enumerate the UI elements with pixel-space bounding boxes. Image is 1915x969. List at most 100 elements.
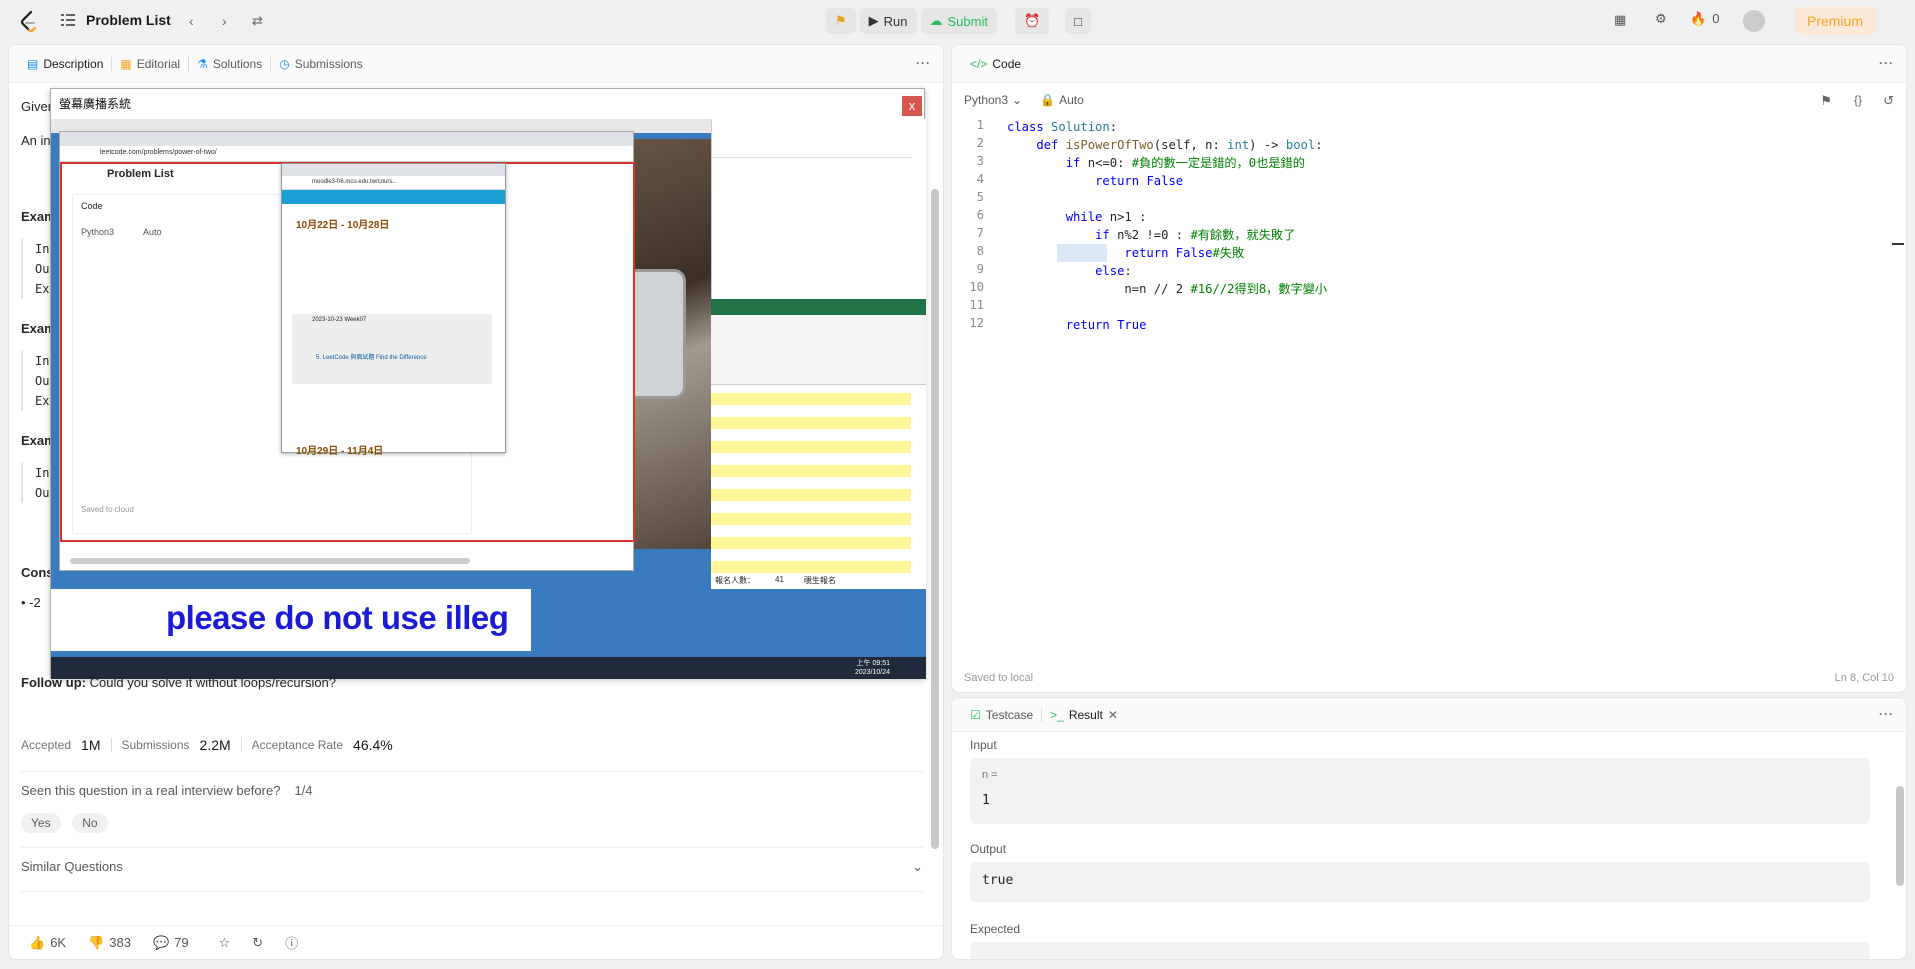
like-button[interactable]: 👍 6K — [29, 935, 66, 951]
comments-button[interactable]: 💬 79 — [153, 935, 189, 951]
leetcode-logo[interactable] — [18, 9, 38, 33]
book-icon: ▦ — [120, 56, 132, 71]
editor-toolbar: Python3 ⌄ 🔒 Auto — [964, 93, 1084, 107]
acceptance-rate-label: Acceptance Rate — [251, 738, 344, 752]
reset-icon[interactable]: ↺ — [1883, 93, 1894, 109]
tab-description[interactable]: ▤ Description — [19, 45, 111, 83]
bookmark-icon[interactable]: ⚑ — [1820, 93, 1832, 109]
constraint-item: • -2 — [21, 595, 41, 610]
close-button[interactable]: x — [902, 96, 922, 116]
line-number: 10 — [969, 280, 984, 294]
desc-frag-an: An in — [21, 133, 51, 148]
timer-button[interactable]: ⏰ — [1014, 8, 1050, 34]
share-icon[interactable]: ↻ — [252, 935, 263, 951]
code-line: while n>1 : — [1065, 210, 1147, 224]
language-select[interactable]: Python3 ⌄ — [964, 93, 1022, 107]
scrollbar-thumb[interactable] — [931, 189, 939, 849]
expected-box — [970, 942, 1870, 959]
streak-count: 0 — [1712, 11, 1720, 26]
code-line: if n%2 !=0 : #有餘數，就失敗了 — [1095, 228, 1296, 242]
interview-count: 1/4 — [294, 783, 313, 798]
input-value: 1 — [982, 793, 990, 808]
line-number: 6 — [976, 208, 984, 222]
alarm-icon: ⏰ — [1023, 13, 1041, 28]
description-icon: ▤ — [27, 56, 39, 71]
submit-button[interactable]: ☁ Submit — [920, 8, 997, 34]
next-problem-icon[interactable]: › — [222, 13, 227, 29]
code-line: class Solution: — [1007, 120, 1118, 134]
flask-icon: ⚗ — [197, 56, 208, 71]
comment-icon: 💬 — [152, 934, 170, 950]
layout-icon[interactable]: ▦ — [1614, 12, 1626, 28]
debug-button[interactable]: ⚑ — [826, 8, 856, 34]
line-number: 5 — [976, 190, 984, 204]
inner-saved: Saved to cloud — [81, 505, 134, 514]
broadcast-screen: 報名人數： 41 覗生報名 leetcode.com/problems/powe… — [51, 119, 926, 679]
excel-row — [711, 561, 911, 573]
interview-question-text: Seen this question in a real interview b… — [21, 783, 281, 798]
play-icon: ▶ — [868, 13, 879, 28]
help-icon[interactable]: ⓘ — [285, 933, 298, 952]
more-options-icon[interactable]: ··· — [916, 56, 931, 70]
example-3-block: In Ou — [21, 463, 49, 503]
tab-result[interactable]: >_ Result ✕ — [1042, 698, 1126, 732]
close-icon[interactable]: ✕ — [1108, 708, 1118, 722]
similar-questions-label: Similar Questions — [21, 859, 123, 874]
tab-testcase-label: Testcase — [985, 707, 1034, 722]
example-1-block: In Ou Ex — [21, 239, 49, 299]
premium-button[interactable]: Premium — [1794, 7, 1876, 35]
code-line: n=n // 2 #16//2得到8，數字變小 — [1007, 282, 1328, 296]
tab-testcase[interactable]: ☑ Testcase — [962, 698, 1041, 732]
dislike-button[interactable]: 👎 383 — [88, 935, 131, 951]
no-button[interactable]: No — [72, 813, 108, 833]
tab-submissions[interactable]: ◷ Submissions — [271, 45, 371, 83]
example-3-output: Ou — [35, 486, 50, 500]
input-var: n = — [982, 769, 998, 781]
scrollbar[interactable] — [931, 89, 939, 869]
chevron-down-icon: ⌄ — [912, 859, 923, 874]
input-label: Input — [970, 738, 997, 752]
streak-counter[interactable]: 🔥 0 — [1690, 11, 1719, 27]
moodle-tab-strip — [282, 164, 505, 176]
prev-problem-icon[interactable]: ‹ — [189, 13, 194, 29]
excel-footer-label: 覗生報名 — [803, 576, 836, 585]
tab-solutions[interactable]: ⚗ Solutions — [189, 45, 270, 83]
screen-broadcast-window[interactable]: 螢幕廣播系統 x 報名人數： 41 覗生報名 leetcode.com/prob… — [50, 88, 926, 679]
problem-list-nav[interactable]: Problem List — [60, 12, 171, 28]
similar-questions-row[interactable]: Similar Questions ⌄ — [21, 859, 923, 875]
code-line: return False#失敗 — [1124, 246, 1245, 260]
more-options-icon[interactable]: ··· — [1879, 56, 1894, 70]
excel-row — [711, 513, 911, 525]
divider — [21, 891, 923, 892]
excel-row — [711, 393, 911, 405]
tab-code[interactable]: </> Code — [962, 45, 1029, 83]
shuffle-icon[interactable]: ⇄ — [252, 13, 263, 29]
format-icon[interactable]: {} — [1854, 93, 1862, 107]
bug-icon: ⚑ — [835, 13, 847, 28]
yes-button[interactable]: Yes — [21, 813, 61, 833]
auto-mode[interactable]: 🔒 Auto — [1040, 93, 1084, 107]
notes-button[interactable]: □ — [1065, 8, 1092, 34]
result-scrollbar[interactable] — [1896, 734, 1904, 954]
example-2-explanation: Ex — [35, 394, 50, 408]
inner-address-bar: leetcode.com/problems/power-of-two/ — [60, 146, 633, 162]
submissions-label: Submissions — [121, 738, 190, 752]
comment-count: 79 — [174, 934, 189, 950]
tab-result-label: Result — [1068, 707, 1103, 722]
windows-taskbar: 上午 09:51 2023/10/24 — [51, 657, 926, 679]
excel-row — [711, 465, 911, 477]
settings-icon[interactable]: ⚙ — [1655, 11, 1667, 27]
scrollbar-thumb[interactable] — [1896, 786, 1904, 886]
expected-label: Expected — [970, 922, 1021, 936]
example-1-input: In — [35, 242, 50, 256]
avatar[interactable] — [1743, 10, 1765, 32]
code-editor[interactable]: 1 class Solution: 2 def isPowerOfTwo(sel… — [952, 118, 1892, 598]
star-icon[interactable]: ☆ — [219, 935, 231, 951]
submissions-value: 2.2M — [199, 737, 231, 753]
more-options-icon[interactable]: ··· — [1879, 707, 1894, 721]
tab-editorial[interactable]: ▦ Editorial — [112, 45, 188, 83]
example-1-explanation: Ex — [35, 282, 50, 296]
run-button[interactable]: ▶ Run — [859, 8, 917, 34]
code-line: return False — [1095, 174, 1184, 188]
moodle-item: 2023-10-23 Week07 — [312, 317, 367, 323]
